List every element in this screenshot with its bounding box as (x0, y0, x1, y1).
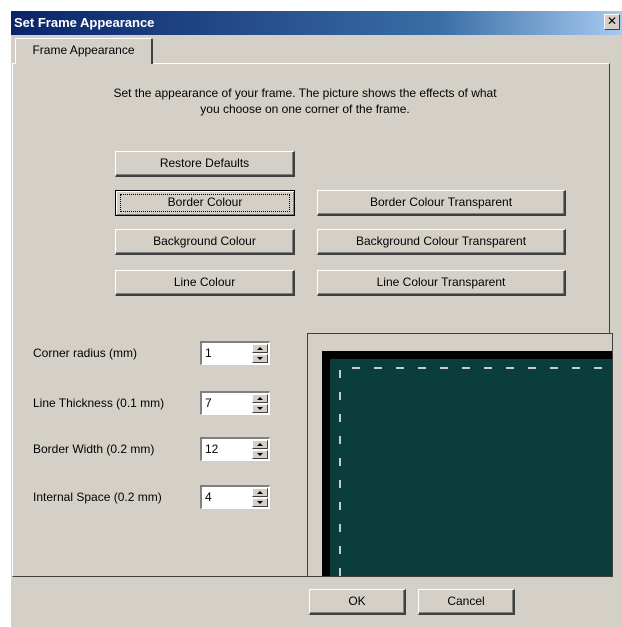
border-width-value[interactable]: 12 (205, 442, 218, 456)
line-thickness-label: Line Thickness (0.1 mm) (33, 396, 165, 410)
description-line-1: Set the appearance of your frame. The pi… (113, 86, 497, 100)
spin-down-icon[interactable] (252, 404, 268, 413)
tab-frame-appearance[interactable]: Frame Appearance (15, 38, 153, 64)
border-colour-transparent-button[interactable]: Border Colour Transparent (317, 190, 566, 216)
internal-space-value[interactable]: 4 (205, 490, 212, 504)
border-width-label: Border Width (0.2 mm) (33, 442, 155, 456)
spinner-arrows (252, 394, 268, 413)
spin-up-icon[interactable] (252, 344, 268, 353)
close-button[interactable]: ✕ (604, 14, 620, 30)
cancel-button[interactable]: Cancel (418, 589, 515, 615)
spinner-arrows (252, 440, 268, 459)
spin-up-icon[interactable] (252, 394, 268, 403)
line-thickness-spinner[interactable]: 7 (200, 391, 270, 415)
frame-preview (307, 333, 613, 577)
description-text: Set the appearance of your frame. The pi… (70, 85, 540, 117)
line-colour-button[interactable]: Line Colour (115, 270, 295, 296)
line-thickness-value[interactable]: 7 (205, 396, 212, 410)
background-colour-button[interactable]: Background Colour (115, 229, 295, 255)
title-bar[interactable]: Set Frame Appearance ✕ (11, 11, 622, 35)
spin-up-icon[interactable] (252, 488, 268, 497)
spin-down-icon[interactable] (252, 450, 268, 459)
close-icon: ✕ (606, 14, 618, 28)
spinner-arrows (252, 344, 268, 363)
border-colour-label: Border Colour (167, 195, 243, 209)
frame-preview-drawing (322, 351, 612, 576)
spin-up-icon[interactable] (252, 440, 268, 449)
description-line-2: you choose on one corner of the frame. (200, 102, 410, 116)
corner-radius-label: Corner radius (mm) (33, 346, 138, 360)
spin-down-icon[interactable] (252, 498, 268, 507)
window-title: Set Frame Appearance (14, 15, 155, 30)
corner-radius-value[interactable]: 1 (205, 346, 212, 360)
spin-down-icon[interactable] (252, 354, 268, 363)
internal-space-spinner[interactable]: 4 (200, 485, 270, 509)
border-width-spinner[interactable]: 12 (200, 437, 270, 461)
restore-defaults-button[interactable]: Restore Defaults (115, 151, 295, 177)
corner-radius-spinner[interactable]: 1 (200, 341, 270, 365)
ok-button[interactable]: OK (309, 589, 406, 615)
border-colour-button[interactable]: Border Colour (115, 190, 295, 216)
internal-space-label: Internal Space (0.2 mm) (33, 490, 162, 504)
line-colour-transparent-button[interactable]: Line Colour Transparent (317, 270, 566, 296)
background-colour-transparent-button[interactable]: Background Colour Transparent (317, 229, 566, 255)
preview-background (330, 359, 612, 576)
spinner-arrows (252, 488, 268, 507)
